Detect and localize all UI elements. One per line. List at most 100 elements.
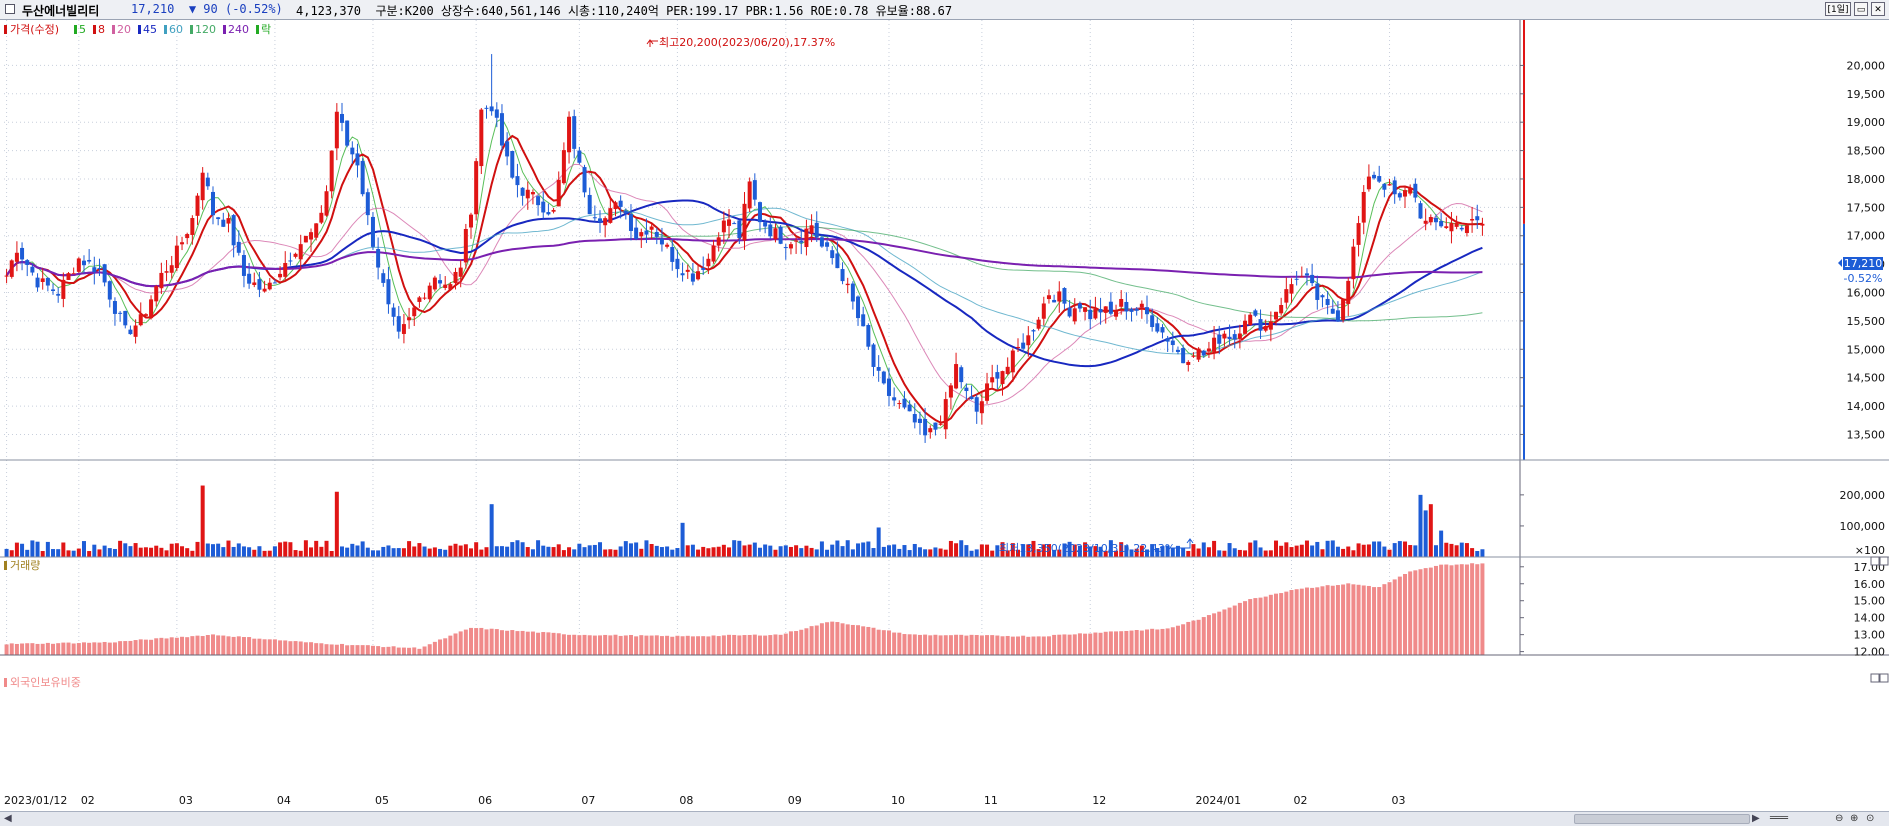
period-button[interactable]: [1일] [1825, 2, 1851, 16]
foreign-ratio-bar [149, 639, 154, 655]
candle-body [649, 226, 654, 230]
volume-bar [427, 548, 432, 557]
volume-bar [572, 549, 577, 557]
foreign-ratio-bar [871, 627, 876, 655]
zoom-reset-icon[interactable]: ⊙ [1866, 813, 1874, 824]
candle-body [252, 282, 257, 285]
checkbox-icon[interactable] [5, 4, 15, 14]
candle-body [985, 383, 990, 401]
candle-body [840, 269, 845, 282]
volume-bar [154, 545, 159, 557]
foreign-ratio-bar [747, 634, 752, 655]
volume-bar [1212, 540, 1217, 557]
zoom-in-icon[interactable]: ⊕ [1850, 813, 1858, 824]
foreign-ratio-bar [1170, 627, 1175, 655]
foreign-ratio-bar [541, 632, 546, 655]
zoom-slider-icon[interactable]: ═══ [1770, 813, 1788, 824]
foreign-ratio-bar [1351, 584, 1356, 655]
foreign-ratio-bar [205, 635, 210, 655]
maximize-icon[interactable]: ▭ [1854, 2, 1868, 16]
legend-marker [4, 25, 7, 34]
candle-body [830, 250, 835, 259]
volume-bar [670, 549, 675, 557]
foreign-ratio-bar [339, 643, 344, 655]
volume-bar [1279, 545, 1284, 557]
foreign-ratio-bar [407, 647, 412, 655]
candle-body [1227, 336, 1232, 340]
foreign-ratio-bar [1036, 636, 1041, 655]
scroll-thumb[interactable] [1574, 814, 1750, 824]
volume-bar [541, 545, 546, 557]
volume-bar [81, 541, 86, 557]
volume-bar [1330, 540, 1335, 557]
foreign-ratio-bar [732, 634, 737, 655]
foreign-ratio-bar [71, 643, 76, 655]
foreign-ratio-bar [1243, 601, 1248, 655]
candle-body [210, 191, 215, 216]
price-tick-label: 18,000 [1847, 173, 1886, 186]
foreign-ratio-bar [721, 635, 726, 655]
foreign-ratio-bar [1263, 596, 1268, 655]
volume-bar [469, 548, 474, 557]
foreign-ratio-bar [102, 641, 107, 655]
candle-body [272, 282, 277, 284]
volume-bar [484, 547, 489, 557]
foreign-ratio-bar [623, 635, 628, 655]
volume-bar [1227, 543, 1232, 557]
candle-body [350, 147, 355, 155]
foreign-panel-button[interactable] [1870, 673, 1880, 683]
foreign-ratio-bar [515, 631, 520, 655]
foreign-ratio-bar [1181, 624, 1186, 655]
close-icon[interactable]: ✕ [1871, 2, 1885, 16]
foreign-tick-label: 13.00 [1854, 629, 1886, 642]
volume-bar [370, 550, 375, 557]
volume-bar [1284, 542, 1289, 557]
foreign-ratio-bar [1093, 632, 1098, 655]
candle-body [205, 177, 210, 187]
candle-body [1067, 307, 1072, 317]
volume-bar [886, 545, 891, 557]
foreign-panel-close-icon[interactable] [1879, 673, 1889, 683]
volume-panel-button[interactable] [1870, 556, 1880, 566]
candle-body [1083, 307, 1088, 312]
foreign-ratio-bar [247, 637, 252, 655]
volume-bar [25, 549, 30, 557]
volume-bar [912, 543, 917, 557]
foreign-ratio-bar [221, 635, 226, 655]
foreign-ratio-bar [210, 634, 215, 655]
foreign-ratio-bar [1356, 584, 1361, 655]
foreign-ratio-bar [845, 624, 850, 655]
foreign-ratio-bar [1392, 579, 1397, 655]
volume-bar [324, 540, 329, 557]
foreign-ratio-bar [1258, 597, 1263, 655]
volume-bar [1274, 540, 1279, 557]
volume-panel-close-icon[interactable] [1879, 556, 1889, 566]
foreign-ratio-bar [1335, 585, 1340, 655]
title-bar: 두산에너빌리티 17,210 ▼ 90 (-0.52%) 4,123,370 구… [0, 0, 1889, 20]
volume-bar [92, 544, 97, 557]
foreign-ratio-bar [912, 634, 917, 655]
volume-bar [1201, 542, 1206, 557]
volume-bar [1392, 543, 1397, 557]
candle-body [1304, 273, 1309, 276]
volume-bar [210, 544, 215, 557]
candle-body [463, 228, 468, 263]
foreign-ratio-bar [1310, 587, 1315, 655]
legend-marker [4, 561, 7, 570]
foreign-ratio-bar [319, 643, 324, 655]
foreign-ratio-bar [45, 642, 50, 655]
volume-bar [1289, 547, 1294, 557]
ma-legend-label: 5 [79, 23, 86, 36]
scroll-right-icon[interactable]: ▶ [1752, 813, 1760, 824]
candle-body [1201, 350, 1206, 356]
horizontal-scrollbar[interactable]: ◀ ▶ ═══ ⊖ ⊕ ⊙ [0, 811, 1889, 826]
zoom-out-icon[interactable]: ⊖ [1835, 813, 1843, 824]
foreign-ratio-bar [231, 636, 236, 655]
foreign-ratio-bar [1439, 564, 1444, 655]
volume-bar [1470, 548, 1475, 557]
volume-bar [71, 550, 76, 557]
scroll-left-icon[interactable]: ◀ [4, 813, 12, 824]
candle-body [448, 284, 453, 290]
foreign-ratio-bar [1289, 590, 1294, 655]
volume-bar [190, 550, 195, 557]
